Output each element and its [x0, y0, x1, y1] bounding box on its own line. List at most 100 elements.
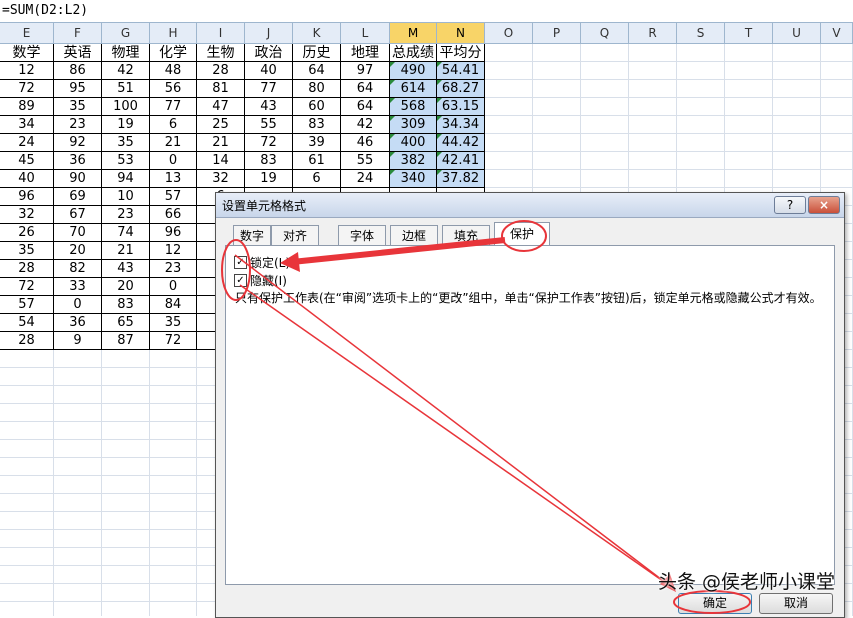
- cell[interactable]: 48: [150, 62, 197, 80]
- cell[interactable]: [677, 152, 725, 170]
- cell[interactable]: [821, 80, 853, 98]
- cell[interactable]: [102, 494, 150, 512]
- cell[interactable]: 45: [0, 152, 54, 170]
- cell[interactable]: [0, 566, 54, 584]
- cell[interactable]: 28: [0, 260, 54, 278]
- cell[interactable]: [0, 404, 54, 422]
- hidden-checkbox[interactable]: ✓: [234, 274, 247, 287]
- cell[interactable]: [102, 404, 150, 422]
- cell[interactable]: [725, 152, 773, 170]
- cell[interactable]: [581, 62, 629, 80]
- cell[interactable]: 56: [150, 80, 197, 98]
- cell[interactable]: 19: [102, 116, 150, 134]
- cell[interactable]: [533, 98, 581, 116]
- cell[interactable]: [821, 152, 853, 170]
- cell[interactable]: [773, 134, 821, 152]
- cell[interactable]: 72: [0, 278, 54, 296]
- cell[interactable]: 英语: [54, 44, 102, 62]
- cell[interactable]: 568: [390, 98, 437, 116]
- cell[interactable]: [0, 548, 54, 566]
- cell[interactable]: [821, 116, 853, 134]
- cell[interactable]: 24: [0, 134, 54, 152]
- cell[interactable]: [0, 494, 54, 512]
- cell[interactable]: [102, 386, 150, 404]
- cell[interactable]: 53: [102, 152, 150, 170]
- cell[interactable]: [773, 170, 821, 188]
- cell[interactable]: 90: [54, 170, 102, 188]
- cell[interactable]: [54, 350, 102, 368]
- cell[interactable]: [0, 350, 54, 368]
- cell[interactable]: 47: [197, 98, 245, 116]
- column-header-s[interactable]: S: [677, 23, 725, 43]
- hidden-label[interactable]: 隐藏(I): [250, 272, 287, 289]
- cell[interactable]: [54, 548, 102, 566]
- cell[interactable]: 历史: [293, 44, 341, 62]
- column-header-l[interactable]: L: [341, 23, 390, 43]
- column-header-i[interactable]: I: [197, 23, 245, 43]
- column-header-o[interactable]: O: [485, 23, 533, 43]
- cell[interactable]: [150, 404, 197, 422]
- cell[interactable]: [150, 584, 197, 602]
- column-header-r[interactable]: R: [629, 23, 677, 43]
- cell[interactable]: [821, 98, 853, 116]
- cell[interactable]: 40: [0, 170, 54, 188]
- cell[interactable]: [0, 386, 54, 404]
- cell[interactable]: [629, 98, 677, 116]
- cell[interactable]: [150, 512, 197, 530]
- cell[interactable]: [0, 476, 54, 494]
- formula-text[interactable]: =SUM(D2:L2): [2, 3, 88, 18]
- cell[interactable]: [485, 44, 533, 62]
- locked-checkbox[interactable]: ✓: [234, 256, 247, 269]
- cell[interactable]: 28: [0, 332, 54, 350]
- cell[interactable]: [821, 134, 853, 152]
- cell[interactable]: [773, 44, 821, 62]
- cell[interactable]: 42.41: [437, 152, 485, 170]
- cell[interactable]: [0, 512, 54, 530]
- cell[interactable]: [533, 170, 581, 188]
- cell[interactable]: [629, 44, 677, 62]
- cell[interactable]: [677, 44, 725, 62]
- cell[interactable]: 77: [150, 98, 197, 116]
- cell[interactable]: [725, 170, 773, 188]
- cell[interactable]: [821, 170, 853, 188]
- cell[interactable]: 97: [341, 62, 390, 80]
- cell[interactable]: 89: [0, 98, 54, 116]
- cell[interactable]: [629, 116, 677, 134]
- cell[interactable]: 44.42: [437, 134, 485, 152]
- cell[interactable]: [725, 80, 773, 98]
- cell[interactable]: 化学: [150, 44, 197, 62]
- cell[interactable]: [54, 476, 102, 494]
- tab-fill[interactable]: 填充: [442, 225, 490, 245]
- cell[interactable]: 生物: [197, 44, 245, 62]
- cell[interactable]: 95: [54, 80, 102, 98]
- cell[interactable]: 55: [341, 152, 390, 170]
- cell[interactable]: [0, 584, 54, 602]
- cell[interactable]: [533, 134, 581, 152]
- cell[interactable]: 43: [102, 260, 150, 278]
- column-header-k[interactable]: K: [293, 23, 341, 43]
- column-header-f[interactable]: F: [54, 23, 102, 43]
- cell[interactable]: 77: [245, 80, 293, 98]
- cell[interactable]: 数学: [0, 44, 54, 62]
- cell[interactable]: [54, 404, 102, 422]
- cell[interactable]: 67: [54, 206, 102, 224]
- cell[interactable]: 86: [54, 62, 102, 80]
- cell[interactable]: 309: [390, 116, 437, 134]
- tab-protection[interactable]: 保护: [494, 222, 550, 246]
- cell[interactable]: 60: [293, 98, 341, 116]
- column-header-t[interactable]: T: [725, 23, 773, 43]
- cell[interactable]: [150, 422, 197, 440]
- cell[interactable]: 0: [150, 152, 197, 170]
- cell[interactable]: [54, 368, 102, 386]
- cell[interactable]: [581, 134, 629, 152]
- cell[interactable]: 0: [54, 296, 102, 314]
- help-button[interactable]: ?: [774, 196, 806, 214]
- cell[interactable]: 19: [245, 170, 293, 188]
- column-header-v[interactable]: V: [821, 23, 853, 43]
- cell[interactable]: [150, 548, 197, 566]
- cell[interactable]: 72: [0, 80, 54, 98]
- column-header-g[interactable]: G: [102, 23, 150, 43]
- cell[interactable]: 13: [150, 170, 197, 188]
- cell[interactable]: [54, 440, 102, 458]
- cell[interactable]: [629, 134, 677, 152]
